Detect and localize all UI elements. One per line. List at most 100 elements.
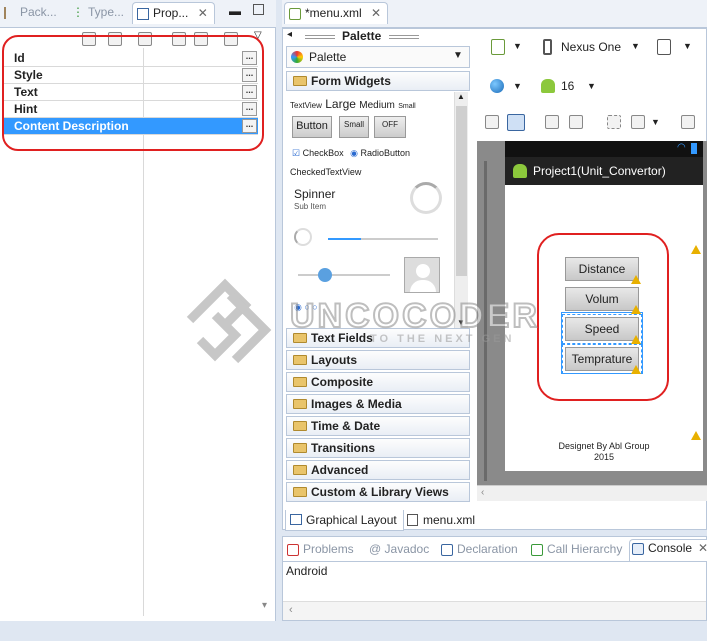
widget-medium-text[interactable]: Medium [359,100,395,111]
tab-call-hierarchy[interactable]: Call Hierarchy [529,541,626,561]
canvas-hscrollbar[interactable]: ‹ [477,485,707,501]
widget-radiobutton[interactable]: RadioButton [361,148,411,158]
chevron-down-icon[interactable]: ▼ [513,81,522,91]
palette-dropdown[interactable]: Palette ▼ [286,46,470,68]
tab-console[interactable]: Console ✕ [629,539,707,561]
close-icon[interactable]: ✕ [198,6,208,20]
tab-javadoc[interactable]: @ Javadoc [367,541,433,561]
widget-small-button[interactable]: Small [339,116,369,138]
tab-package-explorer[interactable]: Pack... [0,2,63,24]
tab-label: Type... [88,5,125,19]
category-advanced[interactable]: Advanced [286,460,470,480]
tab-properties[interactable]: Prop... ✕ [132,2,215,24]
category-composite[interactable]: Composite [286,372,470,392]
category-label: Advanced [311,463,369,477]
quick-contact-icon[interactable] [404,257,440,293]
wifi-icon: ◠ [677,142,686,153]
folder-icon [293,465,307,475]
distance-button[interactable]: Distance [565,257,639,281]
tab-problems[interactable]: Problems [285,541,358,561]
category-custom-library-views[interactable]: Custom & Library Views [286,482,470,502]
scroll-down-icon[interactable]: ▾ [262,600,267,611]
tab-declaration[interactable]: Declaration [439,541,522,561]
chevron-down-icon[interactable]: ▼ [683,41,692,51]
radio-icon[interactable]: ◉ [350,148,358,158]
chevron-down-icon[interactable]: ▼ [513,41,522,51]
progress-small-icon[interactable] [294,228,312,246]
gravity-icon[interactable] [631,115,645,129]
margins-icon[interactable] [607,115,621,129]
category-images-media[interactable]: Images & Media [286,394,470,414]
close-icon[interactable]: ✕ [698,541,707,555]
properties-icon [137,8,149,20]
globe-icon[interactable] [490,79,504,93]
call-hierarchy-icon [531,544,543,556]
android-icon [541,79,555,93]
category-label: Custom & Library Views [311,485,449,499]
form-widgets-list: TextView Large Medium Small Button Small… [286,92,454,332]
progress-bar[interactable] [328,238,438,240]
folder-open-icon [293,76,307,86]
tab-label: Call Hierarchy [547,542,623,556]
widget-checkedtextview[interactable]: CheckedTextView [290,167,361,177]
tab-type-hierarchy[interactable]: ⋮ Type... [68,2,130,24]
fill-height-icon[interactable] [569,115,583,129]
fill-width-icon[interactable] [545,115,559,129]
rotate-icon[interactable] [657,39,671,55]
folder-icon [293,487,307,497]
category-label: Transitions [311,441,376,455]
widget-toggle-button[interactable]: OFF [374,116,406,138]
device-selector[interactable]: Nexus One [561,40,621,54]
hierarchy-icon: ⋮ [72,5,84,19]
distribute-icon[interactable] [681,115,695,129]
widget-large-text[interactable]: Large [325,97,356,111]
chevron-down-icon[interactable]: ▼ [587,81,596,91]
console-hscrollbar[interactable]: ‹ [283,601,706,620]
package-icon [4,7,16,19]
scroll-down-icon[interactable]: ▼ [457,318,465,327]
widget-button[interactable]: Button [292,116,332,138]
highlight-annotation [2,35,264,151]
minimize-icon[interactable]: ▬ [229,4,241,18]
layout-horizontal-icon[interactable] [485,115,499,129]
radiogroup-icon[interactable]: ◉ ○ ○ [294,302,318,313]
warning-icon [631,275,641,284]
folder-icon [293,443,307,453]
category-time-date[interactable]: Time & Date [286,416,470,436]
warning-icon [631,335,641,344]
palette-icon [291,51,303,63]
checkbox-icon[interactable]: ☑ [292,148,300,158]
tab-label: Console [648,541,693,555]
category-transitions[interactable]: Transitions [286,438,470,458]
progress-large-icon[interactable] [410,182,442,214]
collapse-left-icon[interactable]: ◂ [287,29,292,40]
scroll-up-icon[interactable]: ▲ [457,92,465,101]
scroll-left-icon[interactable]: ‹ [289,604,293,616]
palette-scrollbar[interactable]: ▲ ▼ [454,92,468,332]
warning-icon [631,365,641,374]
layout-vertical-icon[interactable] [507,114,525,131]
close-icon[interactable]: ✕ [371,6,381,20]
tab-menu-xml-source[interactable]: menu.xml [403,510,481,531]
scroll-left-icon[interactable]: ‹ [481,487,484,498]
api-level-selector[interactable]: 16 [561,79,574,93]
category-layouts[interactable]: Layouts [286,350,470,370]
category-text-fields[interactable]: Text Fields [286,328,470,348]
chevron-down-icon[interactable]: ▼ [631,41,640,51]
widget-checkbox[interactable]: CheckBox [303,148,344,158]
widget-textview[interactable]: TextView [290,101,322,110]
category-form-widgets[interactable]: Form Widgets [286,71,470,91]
layout-editor: ◂ Palette Palette ▼ Form Widgets TextVie… [282,28,707,531]
widget-small-text[interactable]: Small [398,103,416,110]
tab-menu-xml[interactable]: *menu.xml ✕ [284,2,389,24]
xml-file-icon [407,514,418,526]
config-icon[interactable] [491,39,505,55]
category-label: Layouts [311,353,358,367]
seekbar[interactable] [298,268,390,282]
tab-graphical-layout[interactable]: Graphical Layout [285,510,404,531]
checkbox-row: ☑ CheckBox ◉ RadioButton [292,148,410,159]
widget-spinner[interactable]: Spinner [294,187,335,201]
chevron-down-icon[interactable]: ▼ [651,117,660,127]
volum-button[interactable]: Volum [565,287,639,311]
maximize-icon[interactable] [253,4,264,15]
